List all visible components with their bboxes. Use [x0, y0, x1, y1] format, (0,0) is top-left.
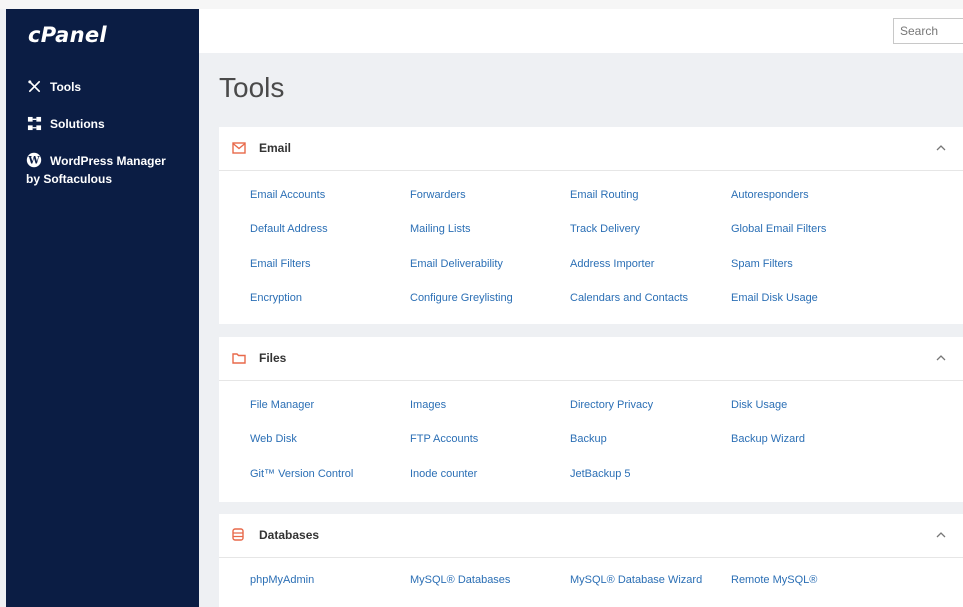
link-encryption[interactable]: Encryption [250, 292, 302, 304]
link-phpmyadmin[interactable]: phpMyAdmin [250, 574, 314, 586]
link-mailing-lists[interactable]: Mailing Lists [410, 223, 471, 235]
tools-icon [26, 78, 42, 94]
link-disk-usage[interactable]: Disk Usage [731, 399, 787, 411]
chevron-up-icon[interactable] [935, 351, 947, 363]
link-images[interactable]: Images [410, 399, 446, 411]
link-forwarders[interactable]: Forwarders [410, 189, 466, 201]
sidebar-item-label: Solutions [50, 117, 105, 131]
solutions-icon [26, 115, 42, 131]
sidebar-item-tools[interactable]: Tools [26, 78, 200, 96]
databases-section: Databases phpMyAdmin MySQL® Databases My… [219, 514, 963, 607]
database-icon [232, 528, 246, 542]
link-spam-filters[interactable]: Spam Filters [731, 258, 793, 270]
sidebar: cPanel Tools Solutions W WordPress Manag… [6, 9, 199, 607]
databases-section-header[interactable]: Databases [219, 514, 963, 558]
sidebar-item-label: Tools [50, 80, 82, 94]
section-title: Files [259, 351, 287, 365]
link-backup[interactable]: Backup [570, 433, 607, 445]
email-section: Email Email Accounts Forwarders Email Ro… [219, 127, 963, 324]
link-email-deliverability[interactable]: Email Deliverability [410, 258, 503, 270]
link-git-version-control[interactable]: Git™ Version Control [250, 468, 353, 480]
search-input[interactable] [893, 18, 963, 44]
link-web-disk[interactable]: Web Disk [250, 433, 297, 445]
link-jetbackup-5[interactable]: JetBackup 5 [570, 468, 631, 480]
page-title: Tools [219, 72, 285, 103]
section-title: Email [259, 141, 292, 155]
chevron-up-icon[interactable] [935, 141, 947, 153]
link-directory-privacy[interactable]: Directory Privacy [570, 399, 653, 411]
link-track-delivery[interactable]: Track Delivery [570, 223, 640, 235]
link-email-filters[interactable]: Email Filters [250, 258, 311, 270]
sidebar-item-solutions[interactable]: Solutions [26, 115, 200, 133]
link-calendars-and-contacts[interactable]: Calendars and Contacts [570, 292, 688, 304]
link-address-importer[interactable]: Address Importer [570, 258, 654, 270]
link-file-manager[interactable]: File Manager [250, 399, 314, 411]
envelope-icon [232, 141, 246, 155]
link-configure-greylisting[interactable]: Configure Greylisting [410, 292, 513, 304]
link-email-accounts[interactable]: Email Accounts [250, 189, 325, 201]
sidebar-item-label: WordPress Manager by Softaculous [26, 154, 166, 186]
link-email-routing[interactable]: Email Routing [570, 189, 638, 201]
files-section: Files File Manager Images Directory Priv… [219, 337, 963, 502]
section-title: Databases [259, 528, 320, 542]
folder-icon [232, 351, 246, 365]
link-global-email-filters[interactable]: Global Email Filters [731, 223, 826, 235]
link-inode-counter[interactable]: Inode counter [410, 468, 477, 480]
link-email-disk-usage[interactable]: Email Disk Usage [731, 292, 818, 304]
link-mysql-databases[interactable]: MySQL® Databases [410, 574, 510, 586]
email-section-header[interactable]: Email [219, 127, 963, 171]
cpanel-logo[interactable]: cPanel [28, 23, 107, 47]
link-mysql-database-wizard[interactable]: MySQL® Database Wizard [570, 574, 702, 586]
link-autoresponders[interactable]: Autoresponders [731, 189, 809, 201]
window-top-strip [0, 0, 963, 9]
link-default-address[interactable]: Default Address [250, 223, 328, 235]
link-ftp-accounts[interactable]: FTP Accounts [410, 433, 478, 445]
files-section-header[interactable]: Files [219, 337, 963, 381]
link-remote-mysql[interactable]: Remote MySQL® [731, 574, 817, 586]
link-backup-wizard[interactable]: Backup Wizard [731, 433, 805, 445]
chevron-up-icon[interactable] [935, 528, 947, 540]
top-bar [199, 9, 963, 53]
sidebar-item-wordpress-manager[interactable]: W WordPress Manager by Softaculous [26, 152, 200, 188]
